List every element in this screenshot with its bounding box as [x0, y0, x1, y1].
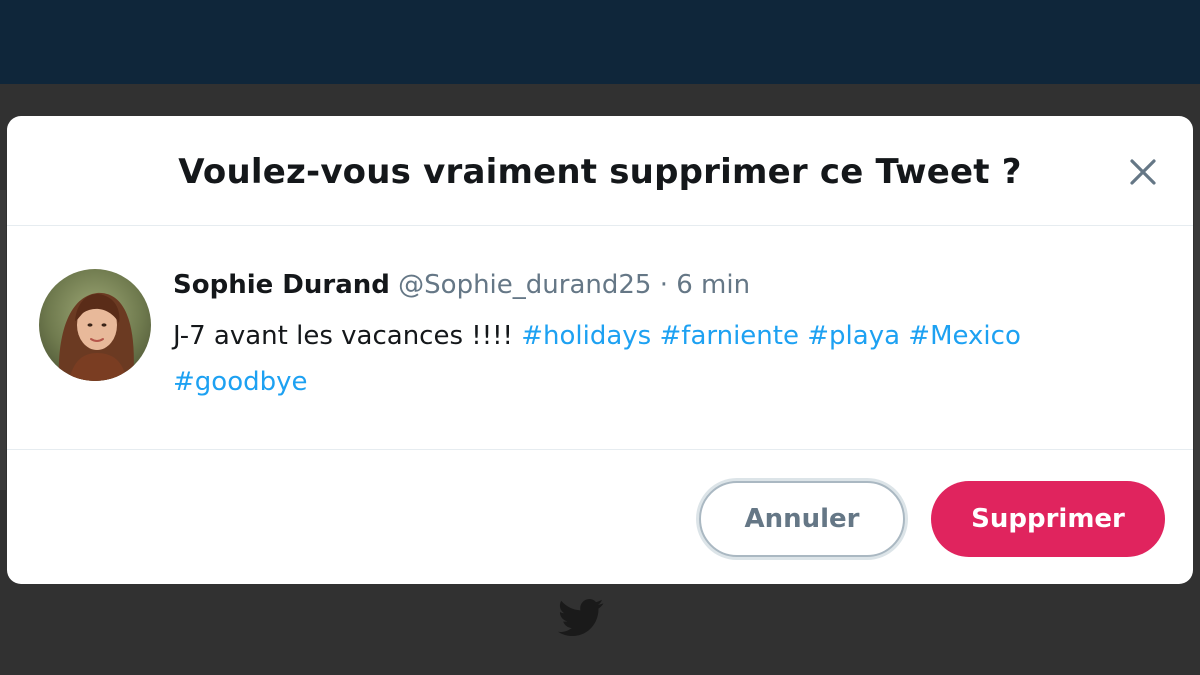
- twitter-bird-icon: [558, 599, 604, 637]
- hashtag-link[interactable]: #Mexico: [908, 321, 1021, 351]
- tweet-body-text: J-7 avant les vacances !!!!: [173, 321, 513, 351]
- author-name[interactable]: Sophie Durand: [173, 270, 390, 300]
- delete-button[interactable]: Supprimer: [931, 481, 1165, 557]
- tweet-header: Sophie Durand @Sophie_durand25 · 6 min: [173, 270, 750, 300]
- delete-tweet-dialog: Voulez-vous vraiment supprimer ce Tweet …: [7, 116, 1193, 584]
- top-navigation-bar: [0, 0, 1200, 84]
- tweet-text: J-7 avant les vacances !!!! #holidays #f…: [173, 313, 1133, 405]
- dialog-title: Voulez-vous vraiment supprimer ce Tweet …: [178, 152, 1022, 192]
- cancel-button[interactable]: Annuler: [699, 481, 905, 557]
- hashtag-link[interactable]: #farniente: [660, 321, 799, 351]
- hashtag-link[interactable]: #playa: [807, 321, 900, 351]
- tweet-preview: Sophie Durand @Sophie_durand25 · 6 min J…: [7, 227, 1193, 450]
- tweet-timestamp[interactable]: 6 min: [676, 270, 750, 300]
- background-timeline-edge-right: [1194, 190, 1200, 490]
- dialog-header: Voulez-vous vraiment supprimer ce Tweet …: [7, 116, 1193, 226]
- hashtag-link[interactable]: #holidays: [521, 321, 651, 351]
- close-button[interactable]: [1121, 150, 1165, 194]
- avatar: [39, 269, 151, 381]
- author-handle[interactable]: @Sophie_durand25: [398, 270, 651, 300]
- meta-separator: ·: [659, 270, 668, 300]
- background-timeline-edge-left: [0, 190, 6, 490]
- hashtag-link[interactable]: #goodbye: [173, 367, 308, 397]
- close-icon: [1130, 159, 1156, 185]
- dialog-actions: Annuler Supprimer: [7, 451, 1193, 584]
